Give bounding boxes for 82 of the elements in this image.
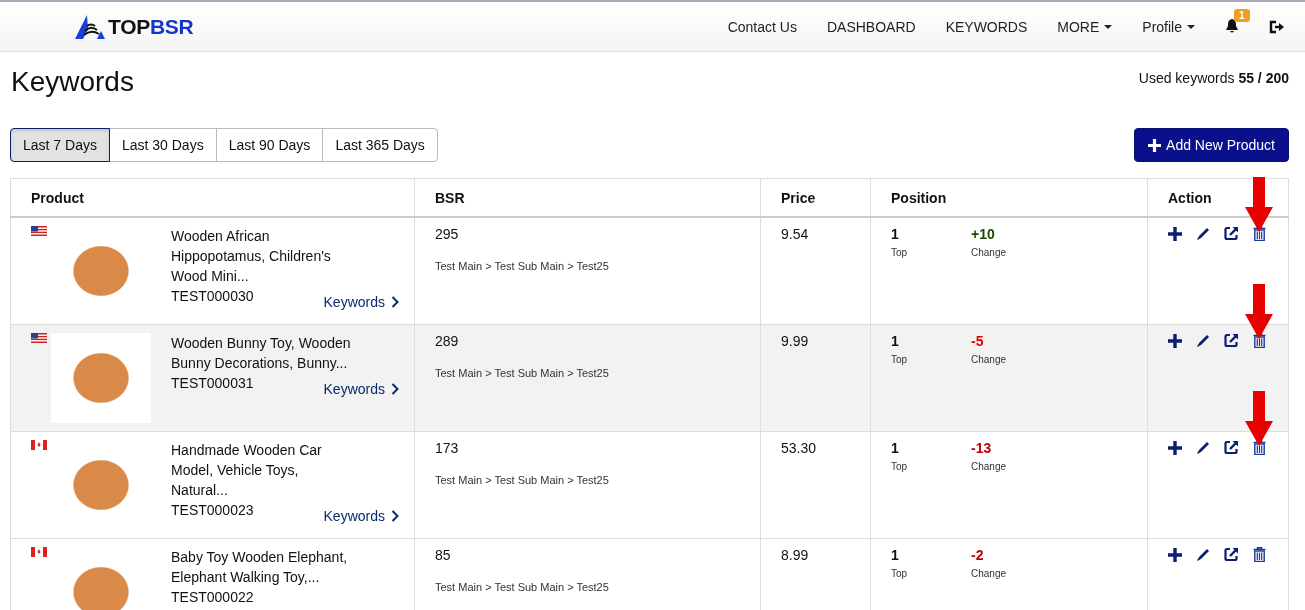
change-label: Change bbox=[971, 246, 1007, 259]
usage-text: Used keywords 55 / 200 bbox=[1138, 70, 1289, 86]
product-title: Wooden Bunny Toy, Wooden Bunny Decorations, Bunny... bbox=[171, 334, 351, 373]
delete-icon[interactable] bbox=[1253, 440, 1266, 455]
column-header: Product bbox=[31, 189, 84, 206]
delete-icon[interactable] bbox=[1253, 333, 1266, 348]
plus-icon bbox=[1148, 138, 1162, 152]
external-link-icon[interactable] bbox=[1224, 333, 1239, 348]
period-tab[interactable]: Last 365 Days bbox=[322, 128, 438, 162]
nav-link[interactable]: Contact Us bbox=[727, 18, 797, 35]
change-label: Change bbox=[971, 353, 1007, 366]
price-value: 8.99 bbox=[781, 547, 809, 563]
top-label: Top bbox=[891, 460, 908, 473]
position-change: -13 bbox=[971, 440, 992, 456]
product-title: Baby Toy Wooden Elephant, Elephant Walking Toy,... bbox=[171, 548, 349, 587]
plus-icon[interactable] bbox=[1168, 547, 1182, 562]
notification-badge: 1 bbox=[1234, 9, 1250, 22]
logout-icon[interactable] bbox=[1269, 19, 1285, 34]
edit-icon[interactable] bbox=[1196, 440, 1210, 455]
delete-icon[interactable] bbox=[1253, 547, 1266, 562]
nav-link[interactable]: DASHBOARD bbox=[826, 18, 916, 35]
edit-icon[interactable] bbox=[1196, 547, 1210, 562]
nav-link[interactable]: Profile bbox=[1142, 18, 1195, 35]
price-value: 9.99 bbox=[781, 333, 809, 349]
category-path: Test Main > Test Sub Main > Test25 bbox=[435, 474, 610, 486]
keywords-link[interactable]: Keywords bbox=[323, 292, 399, 312]
bsr-value: 289 bbox=[435, 333, 460, 349]
category-path: Test Main > Test Sub Main > Test25 bbox=[435, 367, 610, 379]
external-link-icon[interactable] bbox=[1224, 547, 1239, 562]
chevron-right-icon bbox=[391, 383, 399, 395]
bell-icon[interactable] bbox=[1225, 19, 1239, 34]
product-sku: TEST000031 bbox=[171, 374, 254, 393]
category-path: Test Main > Test Sub Main > Test25 bbox=[435, 581, 610, 593]
edit-icon[interactable] bbox=[1196, 226, 1210, 241]
nav-link[interactable]: KEYWORDS bbox=[945, 18, 1028, 35]
external-link-icon[interactable] bbox=[1224, 440, 1239, 455]
keywords-link[interactable]: Keywords bbox=[323, 379, 399, 399]
top-position: 1 bbox=[891, 226, 899, 242]
plus-icon[interactable] bbox=[1168, 333, 1182, 348]
chevron-right-icon bbox=[391, 510, 399, 522]
chevron-right-icon bbox=[391, 296, 399, 308]
price-value: 53.30 bbox=[781, 440, 817, 456]
position-change: -2 bbox=[971, 547, 984, 563]
change-label: Change bbox=[971, 567, 1007, 580]
category-path: Test Main > Test Sub Main > Test25 bbox=[435, 260, 610, 272]
column-header: Price bbox=[781, 189, 816, 206]
price-value: 9.54 bbox=[781, 226, 809, 242]
delete-icon[interactable] bbox=[1253, 226, 1266, 241]
top-position: 1 bbox=[891, 547, 899, 563]
top-position: 1 bbox=[891, 440, 899, 456]
logo-text: TOP bbox=[108, 14, 150, 39]
plus-icon[interactable] bbox=[1168, 226, 1182, 241]
plus-icon[interactable] bbox=[1168, 440, 1182, 455]
top-label: Top bbox=[891, 246, 908, 259]
position-change: +10 bbox=[971, 226, 995, 242]
top-label: Top bbox=[891, 353, 908, 366]
column-header: BSR bbox=[435, 189, 465, 206]
period-tab[interactable]: Last 7 Days bbox=[10, 128, 110, 162]
nav-link[interactable]: MORE bbox=[1057, 18, 1113, 35]
page-title: Keywords bbox=[11, 66, 134, 98]
change-label: Change bbox=[971, 460, 1007, 473]
product-sku: TEST000023 bbox=[171, 501, 254, 520]
top-position: 1 bbox=[891, 333, 899, 349]
product-sku: TEST000022 bbox=[171, 588, 254, 607]
bsr-value: 295 bbox=[435, 226, 460, 242]
product-title: Wooden African Hippopotamus, Children's Wood Mini... bbox=[171, 227, 332, 286]
bsr-value: 173 bbox=[435, 440, 460, 456]
product-title: Handmade Wooden Car Model, Vehicle Toys, Natural... bbox=[171, 441, 323, 500]
bsr-value: 85 bbox=[435, 547, 452, 563]
position-change: -5 bbox=[971, 333, 984, 349]
period-tab[interactable]: Last 30 Days bbox=[108, 128, 217, 162]
keywords-link[interactable]: Keywords bbox=[323, 506, 399, 526]
column-header: Position bbox=[891, 189, 947, 206]
period-tab[interactable]: Last 90 Days bbox=[215, 128, 324, 162]
column-header: Action bbox=[1168, 189, 1212, 206]
external-link-icon[interactable] bbox=[1224, 226, 1239, 241]
add-product-button[interactable]: Add New Product bbox=[1134, 128, 1289, 162]
edit-icon[interactable] bbox=[1196, 333, 1210, 348]
logo-text-accent: BSR bbox=[149, 14, 194, 39]
product-sku: TEST000030 bbox=[171, 287, 254, 306]
logo-icon bbox=[75, 14, 105, 39]
top-label: Top bbox=[891, 567, 908, 580]
